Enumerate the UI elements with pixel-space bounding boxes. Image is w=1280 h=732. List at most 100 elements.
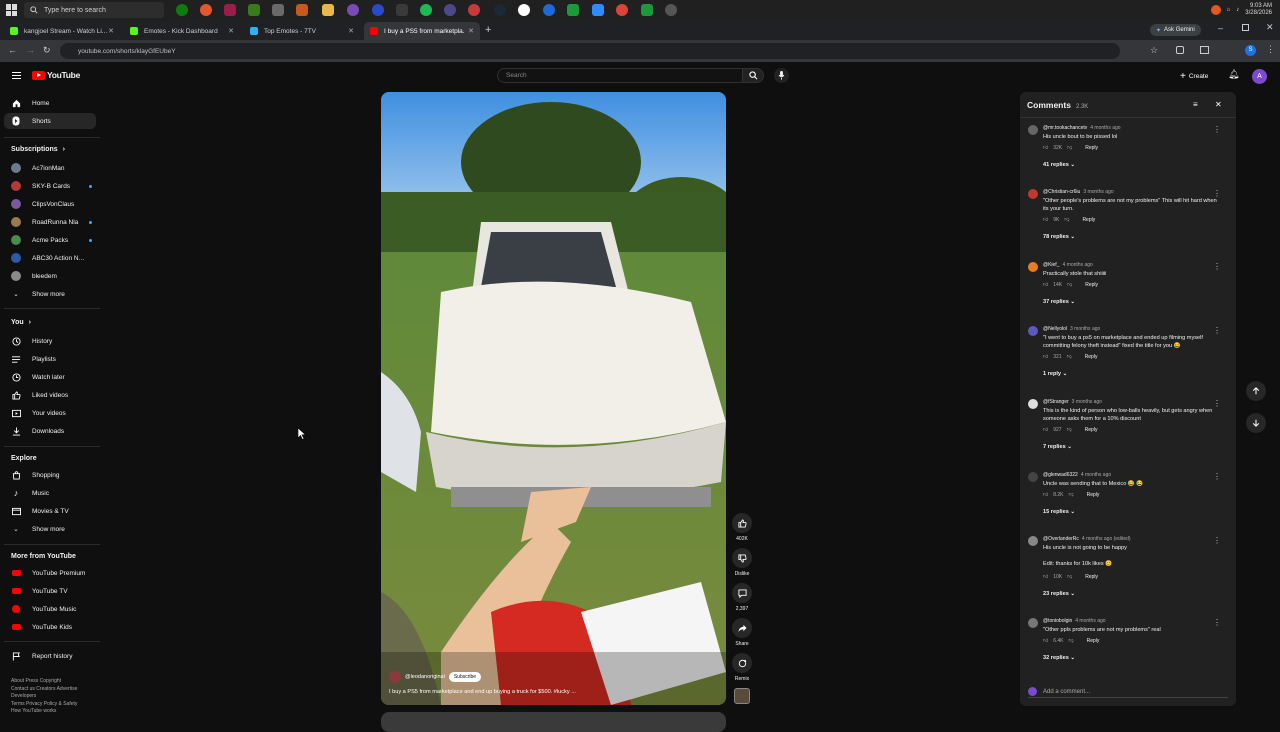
view-replies-button[interactable]: 7 replies ⌄ bbox=[1043, 444, 1072, 450]
show-more-subscriptions[interactable]: ⌄ Show more bbox=[4, 286, 96, 302]
comment-dislike-icon[interactable]: 👎︎ bbox=[1067, 354, 1072, 360]
commenter-avatar[interactable] bbox=[1028, 326, 1038, 336]
dislike-button[interactable]: Dislike bbox=[732, 548, 752, 577]
shorts-video-player[interactable]: @leodanoriginal Subscribe I buy a PS5 fr… bbox=[381, 92, 726, 705]
new-tab-button[interactable]: + bbox=[485, 24, 491, 36]
view-replies-button[interactable]: 78 replies ⌄ bbox=[1043, 234, 1075, 240]
bookmark-star-icon[interactable]: ☆ bbox=[1150, 45, 1158, 56]
sort-icon[interactable]: ≡ bbox=[1193, 100, 1198, 109]
start-button[interactable] bbox=[6, 4, 18, 16]
sidebar-item-movies[interactable]: Movies & TV bbox=[4, 503, 96, 519]
comment-author[interactable]: @toniobolgin 4 months ago bbox=[1043, 618, 1106, 624]
sidebar-item-youtube-tv[interactable]: YouTube TV bbox=[4, 583, 96, 599]
back-icon[interactable]: ← bbox=[8, 45, 17, 55]
app-icon[interactable] bbox=[396, 4, 408, 16]
app-icon[interactable] bbox=[543, 4, 555, 16]
close-tab-icon[interactable]: ✕ bbox=[108, 27, 114, 35]
app-icon[interactable] bbox=[347, 4, 359, 16]
hamburger-menu-icon[interactable] bbox=[12, 72, 21, 79]
sidebar-item-youtube-kids[interactable]: YouTube Kids bbox=[4, 619, 96, 635]
view-replies-button[interactable]: 1 reply ⌄ bbox=[1043, 371, 1067, 377]
view-replies-button[interactable]: 23 replies ⌄ bbox=[1043, 591, 1075, 597]
remix-button[interactable]: Remix bbox=[732, 653, 752, 682]
comment-dislike-icon[interactable]: 👎︎ bbox=[1067, 145, 1072, 151]
commenter-avatar[interactable] bbox=[1028, 618, 1038, 628]
sidebar-item-music[interactable]: ♪ Music bbox=[4, 485, 96, 501]
address-bar[interactable]: youtube.com/shorts/klayGfEUbeY bbox=[60, 43, 1120, 59]
reply-button[interactable]: Reply bbox=[1082, 217, 1095, 223]
profile-avatar[interactable]: S bbox=[1245, 45, 1256, 56]
sidebar-item-history[interactable]: History bbox=[4, 333, 96, 349]
comment-dislike-icon[interactable]: 👎︎ bbox=[1067, 574, 1072, 580]
reload-icon[interactable]: ↻ bbox=[43, 45, 51, 56]
comment-like-icon[interactable]: 👍︎ bbox=[1043, 427, 1048, 433]
maximize-button[interactable] bbox=[1242, 24, 1249, 31]
commenter-avatar[interactable] bbox=[1028, 472, 1038, 482]
close-tab-icon[interactable]: ✕ bbox=[348, 27, 354, 35]
sidebar-item-subscription[interactable]: Ac7ionMan bbox=[4, 160, 96, 176]
comment-like-icon[interactable]: 👍︎ bbox=[1043, 217, 1048, 223]
sidebar-icon[interactable] bbox=[1200, 46, 1209, 54]
close-window-button[interactable]: ✕ bbox=[1266, 22, 1274, 33]
add-comment-input[interactable]: Add a comment... bbox=[1028, 686, 1228, 698]
zoom-icon[interactable] bbox=[592, 4, 604, 16]
comments-button[interactable]: 2,397 bbox=[732, 583, 752, 612]
clock[interactable]: 9:03 AM 3/28/2026 bbox=[1245, 3, 1272, 17]
sidebar-item-subscription[interactable]: bleedem bbox=[4, 268, 96, 284]
comment-like-icon[interactable]: 👍︎ bbox=[1043, 354, 1048, 360]
comment-dislike-icon[interactable]: 👎︎ bbox=[1067, 427, 1072, 433]
sidebar-item-report-history[interactable]: Report history bbox=[4, 648, 96, 664]
comment-author[interactable]: @Kief_ 4 months ago bbox=[1043, 262, 1093, 268]
comment-dislike-icon[interactable]: 👎︎ bbox=[1069, 492, 1074, 498]
spotify-icon[interactable] bbox=[420, 4, 432, 16]
comment-like-icon[interactable]: 👍︎ bbox=[1043, 145, 1048, 151]
comment-like-icon[interactable]: 👍︎ bbox=[1043, 492, 1048, 498]
app-icon[interactable] bbox=[468, 4, 480, 16]
like-button[interactable]: 402K bbox=[732, 513, 752, 542]
play-icon[interactable] bbox=[641, 4, 653, 16]
taskbar-search[interactable]: Type here to search bbox=[24, 2, 164, 18]
close-tab-icon[interactable]: ✕ bbox=[468, 27, 474, 35]
commenter-avatar[interactable] bbox=[1028, 399, 1038, 409]
sidebar-item-watch-later[interactable]: Watch later bbox=[4, 369, 96, 385]
previous-short-button[interactable] bbox=[1246, 381, 1266, 401]
sidebar-item-subscription[interactable]: ABC30 Action N... bbox=[4, 250, 96, 266]
commenter-avatar[interactable] bbox=[1028, 125, 1038, 135]
tab-kick-stream[interactable]: kangjoel Stream - Watch Li... ✕ bbox=[4, 22, 120, 40]
comment-dislike-icon[interactable]: 👎︎ bbox=[1069, 638, 1074, 644]
sidebar-item-subscription[interactable]: RoadRunna Nla bbox=[4, 214, 96, 230]
notifications-bell-icon[interactable]: 🔔︎ bbox=[1228, 69, 1239, 80]
sidebar-item-subscription[interactable]: SKY-B Cards bbox=[4, 178, 96, 194]
xbox-icon[interactable] bbox=[176, 4, 188, 16]
app-icon[interactable] bbox=[296, 4, 308, 16]
next-short-button[interactable] bbox=[1246, 413, 1266, 433]
reply-button[interactable]: Reply bbox=[1085, 427, 1098, 433]
view-replies-button[interactable]: 37 replies ⌄ bbox=[1043, 299, 1075, 305]
view-replies-button[interactable]: 15 replies ⌄ bbox=[1043, 509, 1075, 515]
create-button[interactable]: + Create bbox=[1180, 69, 1208, 83]
reply-button[interactable]: Reply bbox=[1085, 574, 1098, 580]
sidebar-item-youtube-music[interactable]: YouTube Music bbox=[4, 601, 96, 617]
view-replies-button[interactable]: 32 replies ⌄ bbox=[1043, 655, 1075, 661]
comment-author[interactable]: @OverlanderRc 4 months ago (edited) bbox=[1043, 536, 1131, 542]
extensions-icon[interactable] bbox=[1176, 46, 1184, 54]
tab-youtube-short[interactable]: I buy a PS5 from marketpla... ✕ bbox=[364, 22, 480, 40]
commenter-avatar[interactable] bbox=[1028, 189, 1038, 199]
menu-dots-icon[interactable]: ⋮ bbox=[1266, 44, 1275, 55]
app-icon[interactable] bbox=[200, 4, 212, 16]
minimize-button[interactable]: – bbox=[1218, 23, 1223, 33]
app-icon[interactable] bbox=[444, 4, 456, 16]
gear-icon[interactable] bbox=[665, 4, 677, 16]
forward-icon[interactable]: → bbox=[26, 45, 35, 55]
close-icon[interactable]: ✕ bbox=[1215, 100, 1222, 109]
sidebar-item-playlists[interactable]: Playlists bbox=[4, 351, 96, 367]
voice-search-button[interactable] bbox=[774, 68, 789, 83]
subscribe-button[interactable]: Subscribe bbox=[448, 672, 482, 682]
commenter-avatar[interactable] bbox=[1028, 536, 1038, 546]
network-icon[interactable]: ⌂ bbox=[1227, 7, 1231, 13]
show-more-explore[interactable]: ⌄ Show more bbox=[4, 521, 96, 537]
comment-like-icon[interactable]: 👍︎ bbox=[1043, 638, 1048, 644]
reply-button[interactable]: Reply bbox=[1085, 282, 1098, 288]
you-heading[interactable]: You › bbox=[11, 319, 31, 326]
folder-icon[interactable] bbox=[322, 4, 334, 16]
